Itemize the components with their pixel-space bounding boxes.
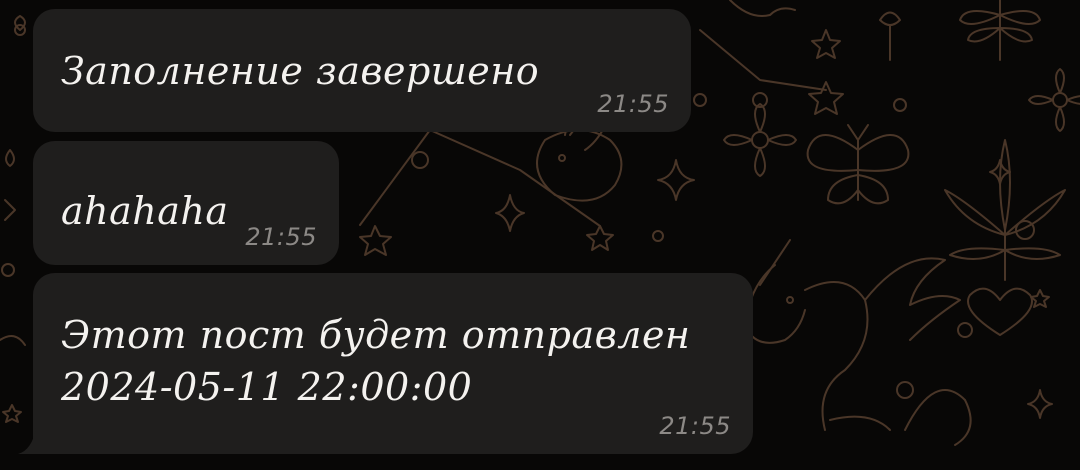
message-timestamp: 21:55 [659, 412, 731, 440]
flower-icon [1028, 68, 1080, 132]
heart-icon [967, 287, 1033, 336]
sparkle-icon [495, 194, 525, 232]
star-icon [359, 225, 392, 256]
message-text: ahahaha [61, 189, 229, 233]
message-text: Заполнение завершено [61, 49, 540, 93]
butterfly-icon [806, 124, 910, 205]
unicorn-icon [744, 239, 972, 446]
message-bubble[interactable]: Этот пост будет отправлен 2024-05-11 22:… [33, 273, 753, 454]
dragonfly-icon [729, 0, 796, 17]
chat-view: Заполнение завершено 21:55 ahahaha 21:55… [0, 0, 1080, 470]
message-text: Этот пост будет отправлен 2024-05-11 22:… [61, 313, 691, 409]
dragonfly-icon [959, 0, 1041, 61]
flower-icon [723, 103, 797, 177]
star-icon [808, 81, 844, 115]
sparkle-icon [1027, 389, 1053, 419]
sparkle-icon [657, 159, 695, 201]
message-timestamp: 21:55 [245, 223, 317, 251]
star-icon [811, 29, 841, 59]
message-bubble[interactable]: Заполнение завершено 21:55 [33, 9, 691, 132]
bubble-tail [18, 428, 48, 454]
message-bubble[interactable]: ahahaha 21:55 [33, 141, 339, 265]
leaf-icon [944, 139, 1066, 281]
star-icon [586, 225, 614, 251]
message-timestamp: 21:55 [597, 90, 669, 118]
